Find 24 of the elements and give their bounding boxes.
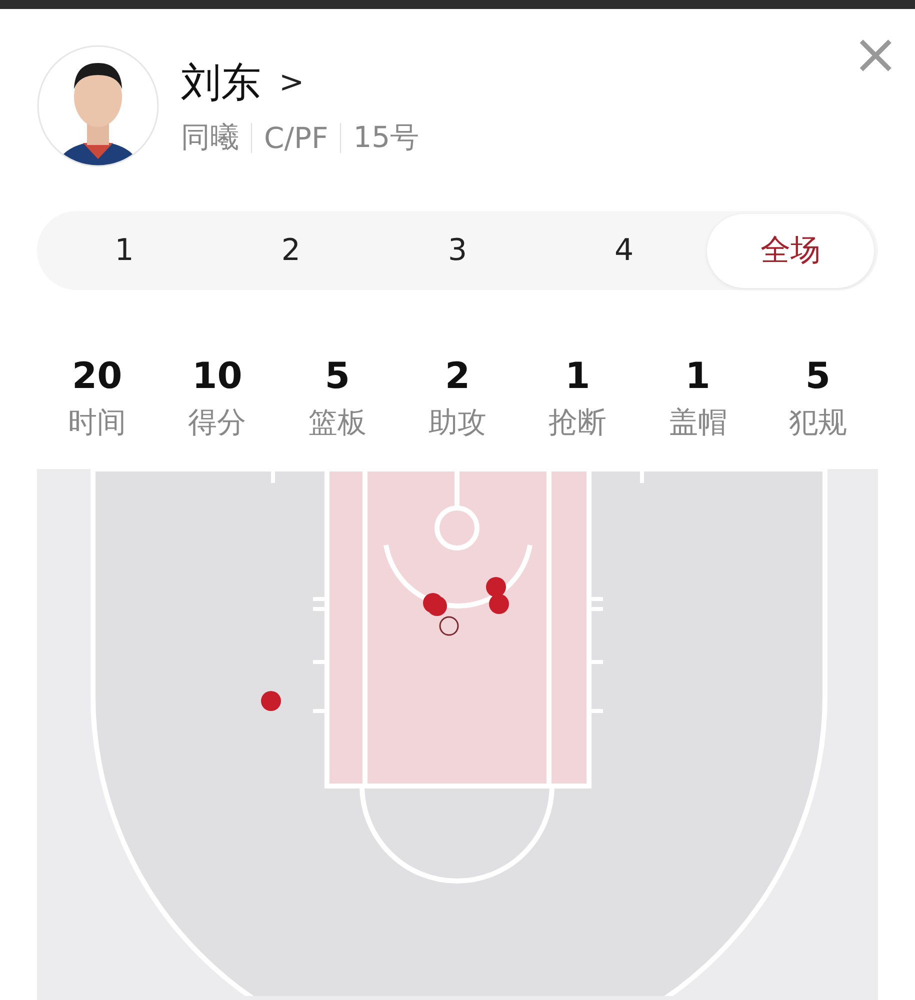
period-tab[interactable]: 全场: [707, 214, 874, 288]
player-position: C/PF: [263, 120, 330, 155]
stat-value: 1: [685, 356, 710, 397]
jersey-number: 15号: [352, 118, 420, 156]
period-tab[interactable]: 2: [208, 214, 374, 288]
stat-value: 10: [192, 356, 242, 397]
stat-label: 犯规: [788, 404, 847, 441]
period-tab[interactable]: 3: [374, 214, 541, 288]
stat-label: 篮板: [308, 404, 366, 441]
stat-label: 时间: [68, 404, 126, 441]
stat-label: 得分: [188, 404, 246, 441]
stat-value: 5: [805, 356, 830, 397]
player-name[interactable]: 刘东: [181, 54, 261, 110]
stat-label: 盖帽: [668, 404, 727, 441]
stat-value: 20: [72, 356, 122, 397]
stat-value: 1: [565, 356, 590, 397]
chevron-icon[interactable]: >: [279, 64, 304, 100]
team-name: 同曦: [181, 118, 240, 156]
stat-value: 2: [444, 356, 470, 397]
stat-label: 抢断: [548, 404, 607, 441]
period-tab[interactable]: 4: [540, 214, 708, 288]
stat-value: 5: [324, 356, 350, 397]
period-tab[interactable]: 1: [41, 214, 208, 288]
stat-label: 助攻: [428, 404, 486, 441]
